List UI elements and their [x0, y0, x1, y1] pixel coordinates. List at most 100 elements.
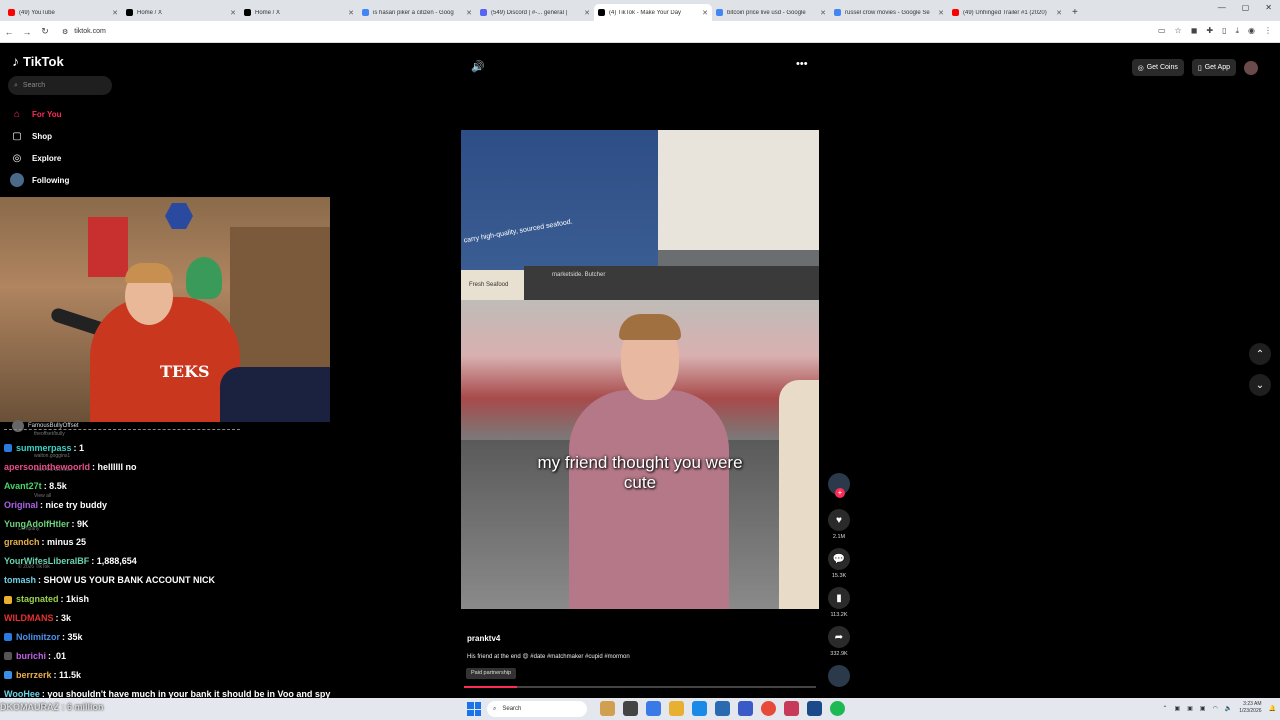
taskbar-app-icon[interactable] — [738, 701, 753, 716]
close-icon[interactable]: ✕ — [1265, 3, 1272, 12]
browser-tab[interactable]: russel crow movies - Google Se ✕ — [830, 4, 948, 21]
taskbar-search-input[interactable]: ⌕ Search — [487, 701, 587, 717]
new-tab-button[interactable]: + — [1072, 7, 1078, 18]
creator-avatar[interactable]: + — [828, 473, 850, 498]
share-button[interactable]: ➦ — [828, 626, 850, 648]
more-options-icon[interactable]: ••• — [796, 58, 808, 70]
save-button[interactable]: ▮ — [828, 587, 850, 609]
webcam-shirt-text: TEKS — [160, 362, 210, 381]
clock[interactable]: 3:23 AM 1/23/2026 — [1239, 701, 1261, 715]
video-progress-bar[interactable] — [464, 686, 816, 688]
close-icon[interactable]: ✕ — [938, 9, 944, 17]
browser-tab[interactable]: (4) TikTok - Make Your Day ✕ — [594, 4, 712, 21]
maximize-icon[interactable]: ▢ — [1242, 3, 1250, 12]
taskbar-app-icon[interactable] — [784, 701, 799, 716]
cast-icon[interactable]: ▭ — [1158, 26, 1166, 36]
like-button[interactable]: ♥ — [828, 509, 850, 531]
speaker-icon[interactable]: 🔈 — [1225, 705, 1232, 712]
bookmark-star-icon[interactable]: ☆ — [1175, 26, 1182, 36]
taskbar-app-icon[interactable] — [715, 701, 730, 716]
comment-button[interactable]: 💬 — [828, 548, 850, 570]
sidebar-item-for-you[interactable]: ⌂ For You — [10, 103, 69, 125]
tab-title: (4) TikTok - Make Your Day — [609, 9, 682, 16]
chat-username[interactable]: berrzerk — [16, 666, 52, 685]
browser-tab[interactable]: Home / X ✕ — [240, 4, 358, 21]
shop-bag-icon: ▢ — [12, 130, 22, 142]
close-icon[interactable]: ✕ — [702, 9, 708, 17]
author-name[interactable]: pranktv4 — [467, 634, 500, 643]
download-icon[interactable]: ⤓ — [1235, 26, 1239, 36]
forward-icon[interactable]: → — [18, 27, 36, 37]
tray-app-icon[interactable]: ▣ — [1200, 705, 1206, 712]
music-disc-icon[interactable] — [828, 665, 850, 687]
next-video-button[interactable]: ⌄ — [1249, 374, 1271, 396]
chat-username[interactable]: tomash — [4, 571, 36, 590]
chat-username[interactable]: stagnated — [16, 590, 59, 609]
chat-username[interactable]: WILDMANS — [4, 609, 54, 628]
wifi-icon[interactable]: ◠ — [1213, 705, 1218, 712]
video-player[interactable]: carry high-quality, sourced seafood. Fre… — [461, 130, 819, 609]
browser-tab[interactable]: (49) YouTube ✕ — [4, 4, 122, 21]
chrome-icon[interactable] — [761, 701, 776, 716]
volume-icon[interactable]: 🔊 — [471, 60, 485, 73]
url-field[interactable]: ⚙ tiktok.com — [62, 28, 106, 36]
chat-username[interactable]: grandch — [4, 533, 40, 552]
profile-avatar[interactable] — [1244, 60, 1258, 75]
sidebar-item-shop[interactable]: ▢ Shop — [10, 125, 69, 147]
chat-badge-icon — [4, 595, 12, 604]
taskbar-app-icon[interactable] — [600, 701, 615, 716]
taskbar-app-icon[interactable] — [646, 701, 661, 716]
chevron-up-icon[interactable]: ⌃ — [1162, 705, 1167, 712]
tab-favicon-icon — [362, 9, 369, 16]
search-input[interactable]: ⌕ Search — [8, 76, 112, 95]
close-icon[interactable]: ✕ — [1056, 9, 1062, 17]
file-explorer-icon[interactable] — [669, 701, 684, 716]
browser-tab[interactable]: is hasan piker a citizen - Goog ✕ — [358, 4, 476, 21]
extensions-puzzle-icon[interactable]: ✚ — [1206, 26, 1213, 36]
menu-kebab-icon[interactable]: ⋮ — [1264, 26, 1272, 36]
chat-username[interactable]: summerpass — [16, 439, 72, 458]
tray-app-icon[interactable]: ▣ — [1187, 705, 1193, 712]
notification-bell-icon[interactable]: 🔔 — [1269, 705, 1276, 712]
close-icon[interactable]: ✕ — [466, 9, 472, 17]
tiktok-note-icon: ♪ — [12, 53, 19, 69]
browser-tab[interactable]: Home / X ✕ — [122, 4, 240, 21]
extension-icon[interactable]: ◼ — [1191, 26, 1198, 36]
webcam-person-hair — [125, 263, 173, 283]
tray-app-icon[interactable]: ▣ — [1175, 705, 1181, 712]
get-coins-button[interactable]: ◎ Get Coins — [1131, 59, 1184, 76]
back-icon[interactable]: ← — [0, 27, 18, 37]
browser-tab[interactable]: bitcoin price live usd - Google ✕ — [712, 4, 830, 21]
close-icon[interactable]: ✕ — [820, 9, 826, 17]
spotify-icon[interactable] — [830, 701, 845, 716]
close-icon[interactable]: ✕ — [112, 9, 118, 17]
chat-username[interactable]: burichi — [16, 647, 46, 666]
close-icon[interactable]: ✕ — [348, 9, 354, 17]
close-icon[interactable]: ✕ — [230, 9, 236, 17]
tiktok-logo[interactable]: ♪ TikTok — [12, 53, 64, 69]
steam-icon[interactable] — [807, 701, 822, 716]
follow-plus-icon[interactable]: + — [835, 488, 845, 498]
browser-tab[interactable]: (549) Discord | #-... general | ✕ — [476, 4, 594, 21]
sidepanel-icon[interactable]: ▯ — [1222, 26, 1226, 36]
minimize-icon[interactable]: — — [1218, 3, 1226, 12]
edge-icon[interactable] — [692, 701, 707, 716]
site-info-icon[interactable]: ⚙ — [62, 28, 68, 36]
browser-tab[interactable]: (49) Unhinged Trailer #1 (2020) ✕ — [948, 4, 1066, 21]
windows-start-icon[interactable] — [467, 702, 481, 716]
chat-username[interactable]: Avant27t — [4, 477, 42, 496]
taskbar-app-icon[interactable] — [623, 701, 638, 716]
chat-username[interactable]: YungAdolfHtler — [4, 515, 70, 534]
tab-favicon-icon — [834, 9, 841, 16]
prev-video-button[interactable]: ⌃ — [1249, 343, 1271, 365]
close-icon[interactable]: ✕ — [584, 9, 590, 17]
sidebar-item-explore[interactable]: ◎ Explore — [10, 147, 69, 169]
chat-username[interactable]: apersoninthewoorld — [4, 458, 90, 477]
chat-username[interactable]: Nolimitzor — [16, 628, 60, 647]
sidebar-item-following[interactable]: Following — [10, 169, 69, 191]
reload-icon[interactable]: ↻ — [36, 26, 54, 37]
profile-icon[interactable]: ◉ — [1248, 26, 1255, 36]
chat-username[interactable]: Original — [4, 496, 38, 515]
chat-username[interactable]: YourWifesLiberalBF — [4, 552, 89, 571]
get-app-button[interactable]: ▯ Get App — [1191, 59, 1236, 76]
